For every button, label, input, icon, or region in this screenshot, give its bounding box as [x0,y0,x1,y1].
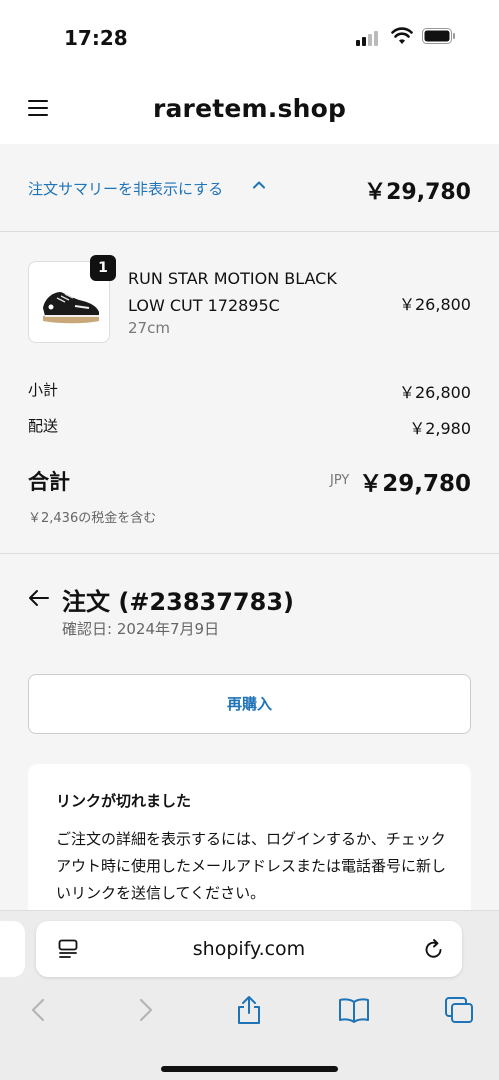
wifi-icon [391,27,413,44]
order-summary-panel: 1 RUN STAR MOTION BLACK LOW CUT 172895C … [0,233,499,554]
previous-tab-peek[interactable] [0,921,25,977]
share-icon[interactable] [232,995,266,1025]
store-header: raretem.shop [0,72,499,144]
shipping-label: 配送 [28,417,59,435]
total-label: 合計 [28,470,70,494]
tabs-icon[interactable] [442,995,476,1025]
battery-icon [422,28,455,44]
store-title[interactable]: raretem.shop [0,94,499,123]
tax-note: ￥2,436の税金を含む [28,511,157,526]
product-variant: 27cm [128,319,170,337]
status-bar: 17:28 [0,0,499,72]
link-card-title: リンクが切れました [56,792,192,810]
order-title: 注文 (#23837783) [62,588,294,616]
reload-icon[interactable] [424,938,444,960]
product-name-line2: LOW CUT 172895C [128,296,280,315]
subtotal-label: 小計 [28,381,59,399]
summary-total: ￥29,780 [364,180,471,205]
order-confirmed-date: 確認日: 2024年7月9日 [62,620,220,638]
home-indicator [161,1066,338,1072]
subtotal-value: ￥26,800 [399,383,471,402]
address-bar[interactable]: shopify.com [36,921,462,977]
shipping-value: ￥2,980 [409,419,471,438]
quantity-badge: 1 [90,255,116,281]
cellular-signal-icon [356,30,380,46]
order-summary-toggle[interactable]: 注文サマリーを非表示にする ￥29,780 [0,144,499,232]
product-name-line1: RUN STAR MOTION BLACK [128,269,337,288]
back-arrow-icon[interactable] [28,588,50,608]
total-value: ￥29,780 [359,471,471,497]
browser-bottom-bar: shopify.com [0,910,499,1080]
status-time: 17:28 [64,26,128,50]
back-nav-icon[interactable] [22,995,56,1025]
chevron-up-icon[interactable] [252,180,266,190]
address-domain[interactable]: shopify.com [36,938,462,960]
link-card-body: ご注文の詳細を表示するには、ログインするか、チェックアウト時に使用したメールアド… [56,830,447,902]
total-currency: JPY [330,473,350,488]
forward-nav-icon[interactable] [128,995,162,1025]
product-name: RUN STAR MOTION BLACK LOW CUT 172895C [128,265,368,319]
reorder-button[interactable]: 再購入 [28,674,471,734]
summary-toggle-label[interactable]: 注文サマリーを非表示にする [28,178,223,199]
product-price: ￥26,800 [399,295,471,314]
bookmarks-icon[interactable] [337,995,371,1025]
expired-link-card: リンクが切れました ご注文の詳細を表示するには、ログインするか、チェックアウト時… [28,764,471,934]
